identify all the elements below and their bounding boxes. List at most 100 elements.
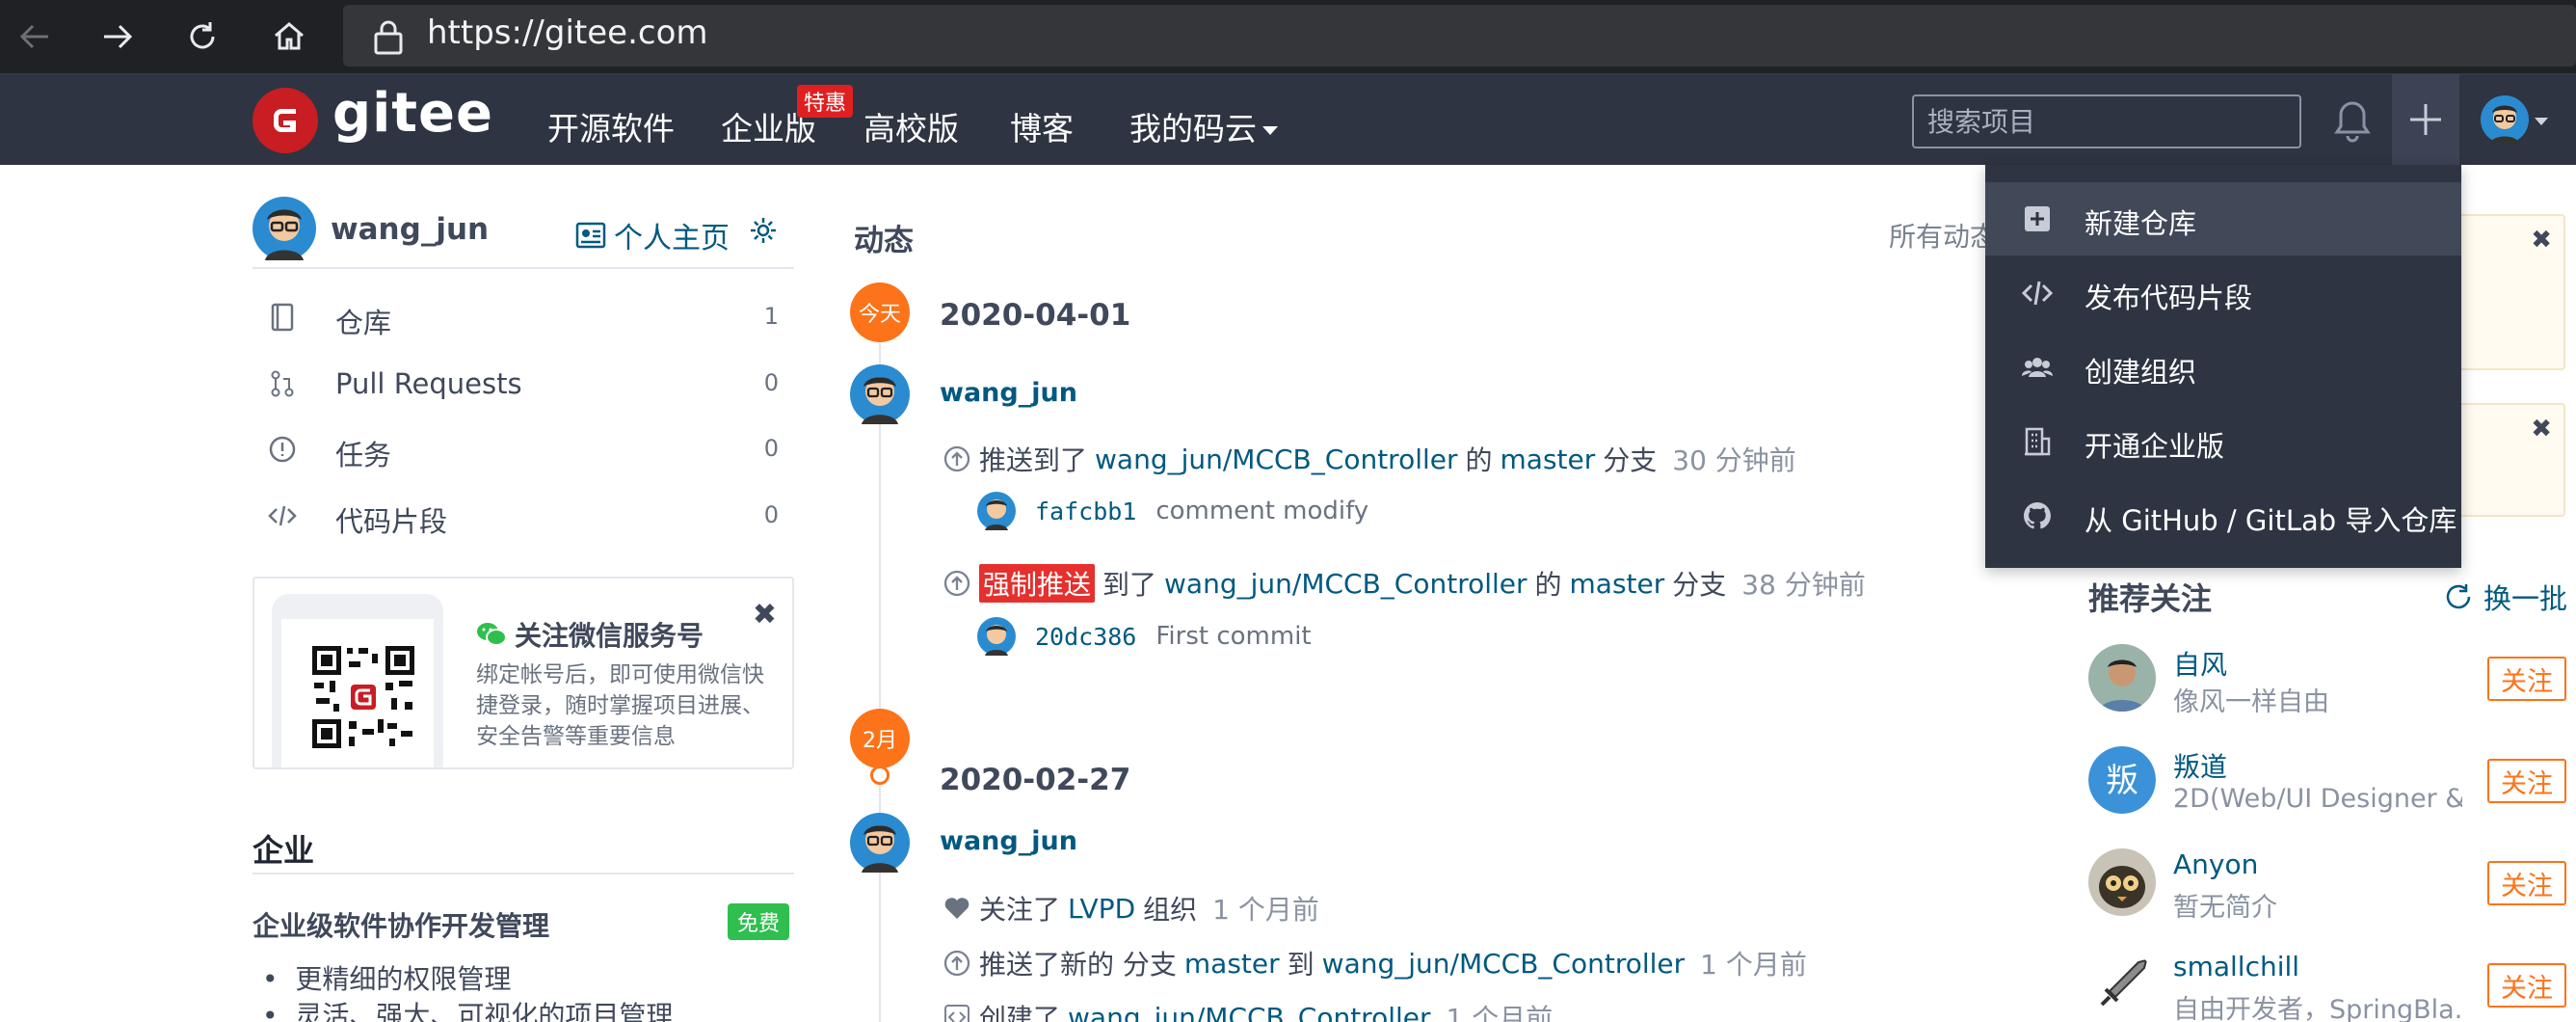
sidebar-item-count: 0	[763, 501, 779, 528]
branch-link[interactable]: master	[1184, 948, 1280, 980]
gitee-logo-icon[interactable]	[252, 88, 318, 153]
recommend-name[interactable]: 叛道	[2173, 746, 2227, 785]
repo-link[interactable]: wang_jun/MCCB_Controller	[1068, 1002, 1430, 1022]
force-push-badge: 强制推送	[979, 564, 1096, 603]
sidebar-item-snippets[interactable]: 代码片段 0	[268, 499, 779, 538]
sidebar-item-label: Pull Requests	[335, 367, 522, 400]
event-text: 的	[1465, 444, 1493, 476]
menu-item-label: 创建组织	[2085, 356, 2197, 389]
branch-link[interactable]: master	[1500, 444, 1596, 475]
search-input[interactable]	[1912, 94, 2301, 148]
user-avatar[interactable]	[252, 197, 316, 260]
close-icon[interactable]: ✖	[2531, 415, 2552, 444]
sidebar-item-issues[interactable]: 任务 0	[268, 433, 779, 471]
homepage-link[interactable]: 个人主页	[575, 214, 730, 256]
refresh-label: 换一批	[2483, 582, 2568, 615]
event-time: 1 个月前	[1446, 1003, 1554, 1022]
follow-button[interactable]: 关注	[2487, 657, 2566, 701]
wechat-title-text: 关注微信服务号	[515, 620, 704, 652]
recommend-desc: 像风一样自由	[2173, 687, 2329, 717]
push-icon	[943, 950, 970, 977]
recommend-name[interactable]: Anyon	[2173, 848, 2258, 880]
event-text: 分支	[1672, 569, 1727, 601]
event-text: 组织	[1143, 894, 1198, 926]
repo-link[interactable]: wang_jun/MCCB_Controller	[1164, 568, 1527, 600]
commit-message: comment modify	[1155, 497, 1369, 525]
nav-university[interactable]: 高校版	[863, 103, 959, 149]
feed-avatar[interactable]	[850, 813, 910, 873]
menu-item-label: 发布代码片段	[2085, 282, 2253, 314]
gear-icon[interactable]	[749, 216, 778, 245]
browser-toolbar: https://gitee.com	[0, 0, 2576, 74]
branch-link[interactable]: master	[1570, 568, 1665, 600]
recommend-desc: 自由开发者，SpringBla...	[2173, 995, 2462, 1022]
refresh-icon[interactable]	[175, 10, 229, 64]
bell-icon[interactable]	[2330, 97, 2375, 146]
nav-open-source[interactable]: 开源软件	[547, 103, 675, 149]
push-icon	[943, 570, 970, 597]
commit-sha[interactable]: 20dc386	[1035, 623, 1136, 651]
avatar[interactable]: 叛	[2088, 746, 2156, 814]
close-icon[interactable]: ✖	[2531, 226, 2552, 255]
menu-item-enterprise[interactable]: 开通企业版	[1985, 405, 2461, 478]
address-bar[interactable]: https://gitee.com	[343, 5, 2576, 67]
timeline-line	[879, 771, 881, 1022]
nav-my-gitee[interactable]: 我的码云	[1129, 103, 1278, 149]
menu-item-import[interactable]: 从 GitHub / GitLab 导入仓库	[1985, 479, 2461, 552]
refresh-button[interactable]: 换一批	[2443, 577, 2567, 617]
push-icon	[943, 445, 970, 472]
avatar[interactable]	[2088, 951, 2156, 1018]
follow-button[interactable]: 关注	[2487, 861, 2566, 905]
menu-item-new-repo[interactable]: 新建仓库	[1985, 182, 2461, 256]
wechat-title: 关注微信服务号	[476, 615, 704, 654]
menu-item-new-snippet[interactable]: 发布代码片段	[1985, 256, 2461, 330]
sidebar-item-count: 1	[763, 303, 779, 330]
close-icon[interactable]: ✖	[753, 598, 777, 632]
wechat-icon	[477, 623, 507, 646]
enterprise-bullet: • 更精细的权限管理	[262, 963, 512, 995]
divider	[252, 267, 794, 269]
follow-button[interactable]: 关注	[2487, 963, 2566, 1008]
hot-badge: 特惠	[797, 85, 854, 118]
sidebar-item-repos[interactable]: 仓库 1	[268, 301, 779, 339]
day-badge: 2月	[850, 709, 910, 768]
menu-item-label: 从 GitHub / GitLab 导入仓库	[2085, 504, 2457, 537]
feed-filter[interactable]: 所有动态	[1889, 216, 1997, 255]
feed-event: 创建了 wang_jun/MCCB_Controller 1 个月前	[943, 998, 1553, 1022]
avatar[interactable]	[2088, 644, 2156, 712]
enterprise-title: 企业	[252, 832, 315, 869]
follow-button[interactable]: 关注	[2487, 759, 2566, 803]
sidebar-item-pull-requests[interactable]: Pull Requests 0	[268, 367, 779, 406]
feed-user[interactable]: wang_jun	[940, 378, 1077, 408]
feed-date: 2020-04-01	[940, 298, 1131, 333]
snippet-icon	[944, 1005, 969, 1022]
sidebar-item-count: 0	[763, 435, 779, 462]
home-icon[interactable]	[262, 10, 316, 64]
chevron-down-icon[interactable]	[2535, 118, 2548, 125]
plus-button[interactable]	[2392, 74, 2459, 165]
enterprise-subtitle[interactable]: 企业级软件协作开发管理	[252, 905, 549, 944]
avatar[interactable]	[2088, 848, 2156, 916]
back-icon[interactable]	[8, 10, 62, 64]
nav-blog[interactable]: 博客	[1010, 103, 1074, 149]
repo-link[interactable]: wang_jun/MCCB_Controller	[1095, 444, 1457, 475]
logo-text[interactable]: gitee	[332, 82, 493, 145]
avatar[interactable]	[2481, 95, 2529, 144]
recommend-desc: 2D(Web/UI Designer &...	[2173, 784, 2462, 814]
feed-event: 关注了 LVPD 组织 1 个月前	[943, 889, 1319, 928]
event-text: 分支	[1603, 444, 1658, 476]
divider	[252, 873, 794, 874]
issue-icon	[269, 436, 296, 463]
repo-link[interactable]: wang_jun/MCCB_Controller	[1322, 948, 1685, 980]
recommend-name[interactable]: smallchill	[2173, 951, 2299, 982]
commit-sha[interactable]: fafcbb1	[1035, 498, 1136, 525]
commit-avatar	[977, 492, 1016, 530]
menu-item-create-org[interactable]: 创建组织	[1985, 331, 2461, 404]
feed-avatar[interactable]	[850, 364, 910, 424]
feed-user[interactable]: wang_jun	[940, 826, 1077, 856]
recommend-name[interactable]: 自风	[2173, 644, 2227, 683]
forward-icon[interactable]	[91, 10, 145, 64]
event-time: 1 个月前	[1212, 894, 1319, 926]
org-link[interactable]: LVPD	[1068, 893, 1135, 925]
sidebar-username[interactable]: wang_jun	[331, 212, 489, 247]
